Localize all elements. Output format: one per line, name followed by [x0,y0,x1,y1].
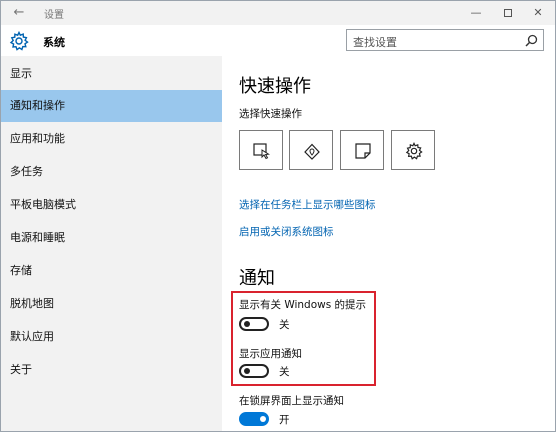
search-input[interactable]: 查找设置 [346,29,544,51]
sidebar-item-power[interactable]: 电源和睡眠 [1,222,222,254]
window-title: 设置 [44,10,64,21]
sidebar-item-notifications[interactable]: 通知和操作 [1,90,222,122]
quick-actions-subheading: 选择快速操作 [239,108,302,120]
search-placeholder: 查找设置 [353,36,397,49]
sidebar-item-default-apps[interactable]: 默认应用 [1,321,222,353]
note-icon [355,143,371,159]
sidebar-item-storage[interactable]: 存储 [1,255,222,287]
toggle-knob [260,416,266,422]
quick-action-location-button[interactable] [289,130,333,170]
minimize-button[interactable]: — [461,3,491,23]
back-arrow-icon[interactable]: ← [10,4,28,22]
search-icon[interactable] [525,34,538,47]
sidebar-item-apps[interactable]: 应用和功能 [1,123,222,155]
quick-action-tablet-mode-button[interactable] [239,130,283,170]
maximize-button[interactable] [493,3,523,23]
quick-actions-heading: 快速操作 [239,76,311,97]
settings-gear-icon [405,142,423,160]
system-icons-link[interactable]: 启用或关闭系统图标 [239,224,334,239]
lock-screen-state: 开 [279,414,290,426]
sidebar: 显示 通知和操作 应用和功能 多任务 平板电脑模式 电源和睡眠 存储 脱机地图 … [1,56,222,431]
maximize-icon [504,9,512,17]
close-button[interactable]: ✕ [523,3,553,23]
highlight-box [231,291,376,386]
system-gear-icon [9,31,29,51]
quick-action-note-button[interactable] [340,130,384,170]
sidebar-item-offline-maps[interactable]: 脱机地图 [1,288,222,320]
location-icon [304,143,320,160]
lock-screen-label: 在锁屏界面上显示通知 [239,395,344,407]
settings-window: ← 设置 — ✕ 系统 查找设置 显示 通知和操作 应用和功能 多任务 平板电脑… [0,0,556,432]
tablet-mode-icon [253,143,270,160]
sidebar-item-about[interactable]: 关于 [1,354,222,386]
title-bar: ← 设置 — ✕ [1,1,555,25]
sidebar-item-display[interactable]: 显示 [1,58,222,90]
quick-action-settings-button[interactable] [391,130,435,170]
page-title: 系统 [43,36,65,49]
lock-screen-toggle[interactable] [239,412,269,426]
sidebar-item-multitasking[interactable]: 多任务 [1,156,222,188]
sidebar-item-tablet-mode[interactable]: 平板电脑模式 [1,189,222,221]
notifications-heading: 通知 [239,268,275,289]
taskbar-icons-link[interactable]: 选择在任务栏上显示哪些图标 [239,197,376,212]
